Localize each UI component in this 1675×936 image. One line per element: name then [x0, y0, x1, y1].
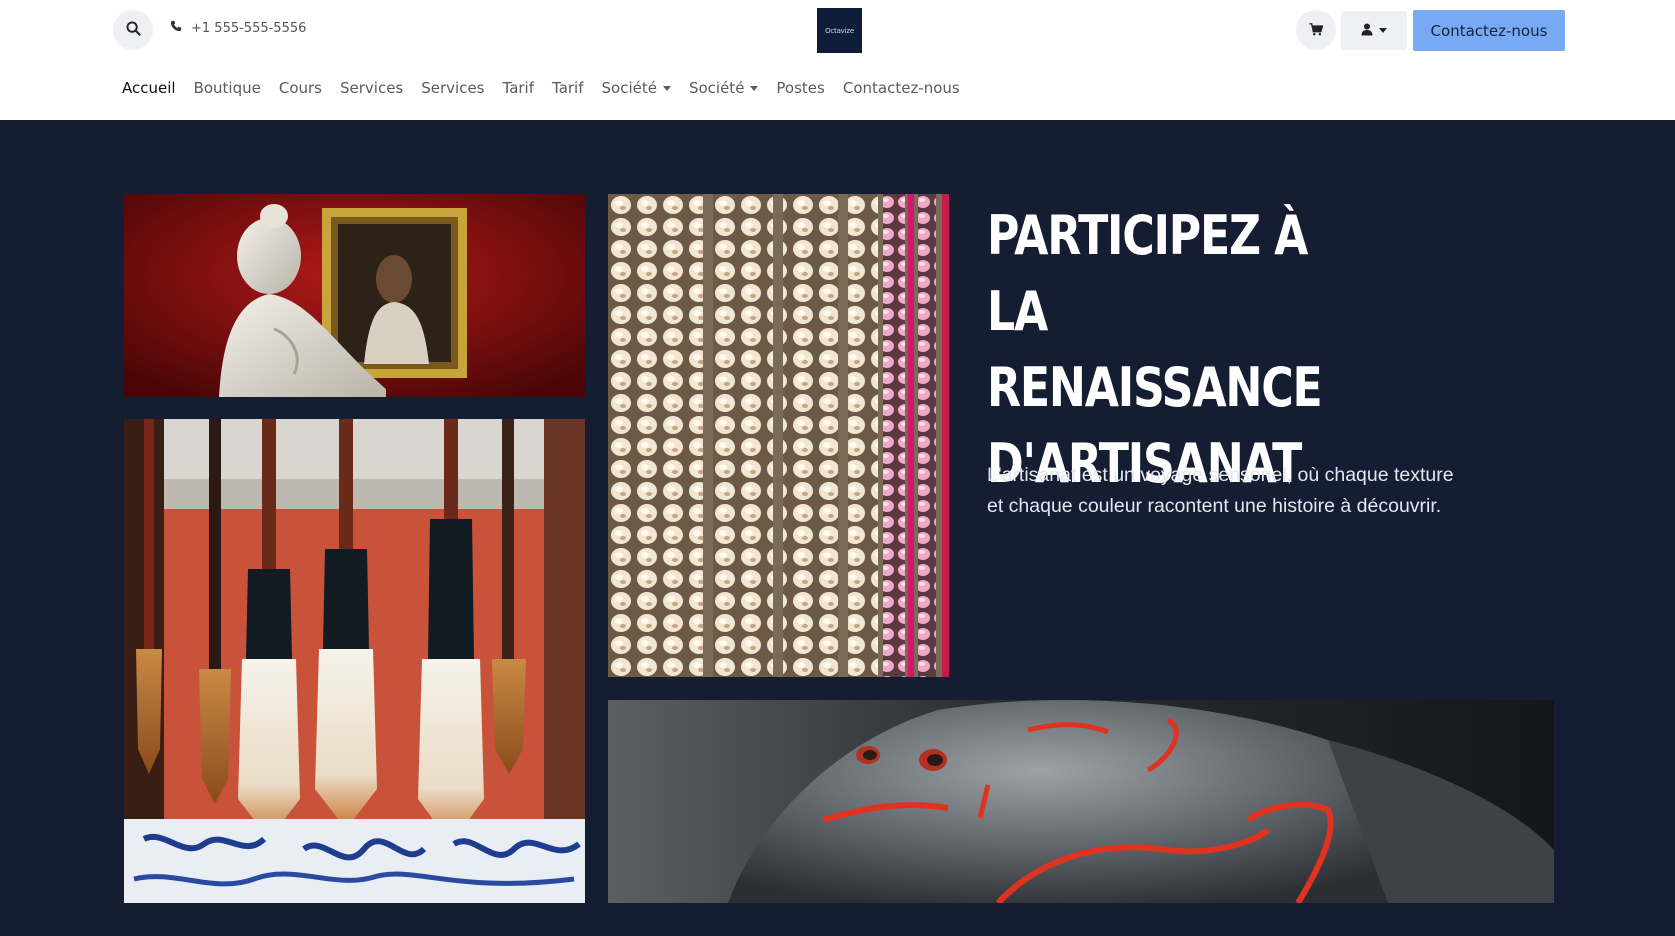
- contact-button[interactable]: Contactez-nous: [1413, 10, 1565, 51]
- brushes-image: [124, 419, 585, 903]
- phone-icon: [170, 20, 182, 36]
- clay-mask-image: [608, 700, 1554, 903]
- hero-title-line: PARTICIPEZ À LA: [987, 204, 1308, 343]
- user-menu-button[interactable]: [1341, 11, 1407, 50]
- phone-number: +1 555-555-5556: [191, 20, 307, 36]
- cart-button[interactable]: [1296, 10, 1336, 50]
- main-nav: Accueil Boutique Cours Services Services…: [122, 79, 960, 97]
- hero-title-line: RENAISSANCE: [987, 356, 1323, 419]
- statue-image: [124, 194, 585, 397]
- nav-item-societe[interactable]: Société: [602, 79, 671, 97]
- search-icon: [125, 20, 141, 40]
- site-logo[interactable]: Octavize: [817, 8, 862, 53]
- logo-text: Octavize: [825, 26, 854, 35]
- cart-icon: [1309, 21, 1324, 40]
- phone-contact[interactable]: +1 555-555-5556: [170, 20, 306, 36]
- chevron-down-icon: [662, 85, 671, 91]
- hero-title: PARTICIPEZ À LA RENAISSANCE D'ARTISANAT: [987, 198, 1381, 502]
- hero-description-line: et chaque couleur racontent une histoire…: [987, 495, 1442, 517]
- nav-item-tarif-2[interactable]: Tarif: [552, 79, 584, 97]
- hero-description-line: L'artisanat est un voyage sensoriel, où …: [987, 464, 1454, 486]
- search-button[interactable]: [113, 10, 153, 50]
- nav-item-boutique[interactable]: Boutique: [194, 79, 261, 97]
- chevron-down-icon: [1379, 28, 1387, 33]
- nav-item-postes[interactable]: Postes: [776, 79, 824, 97]
- shell-necklaces-image: [608, 194, 949, 677]
- hero-section: PARTICIPEZ À LA RENAISSANCE D'ARTISANAT …: [0, 120, 1675, 936]
- nav-item-services[interactable]: Services: [340, 79, 403, 97]
- nav-item-cours[interactable]: Cours: [279, 79, 322, 97]
- nav-item-societe-2[interactable]: Société: [689, 79, 759, 97]
- nav-item-accueil[interactable]: Accueil: [122, 79, 176, 97]
- site-header: +1 555-555-5556 Octavize Contactez-nous …: [0, 0, 1675, 120]
- nav-item-contactez-nous[interactable]: Contactez-nous: [843, 79, 960, 97]
- hero-description: L'artisanat est un voyage sensoriel, où …: [987, 460, 1547, 522]
- nav-item-services-2[interactable]: Services: [421, 79, 484, 97]
- chevron-down-icon: [750, 85, 759, 91]
- nav-item-tarif[interactable]: Tarif: [503, 79, 535, 97]
- user-icon: [1361, 21, 1373, 40]
